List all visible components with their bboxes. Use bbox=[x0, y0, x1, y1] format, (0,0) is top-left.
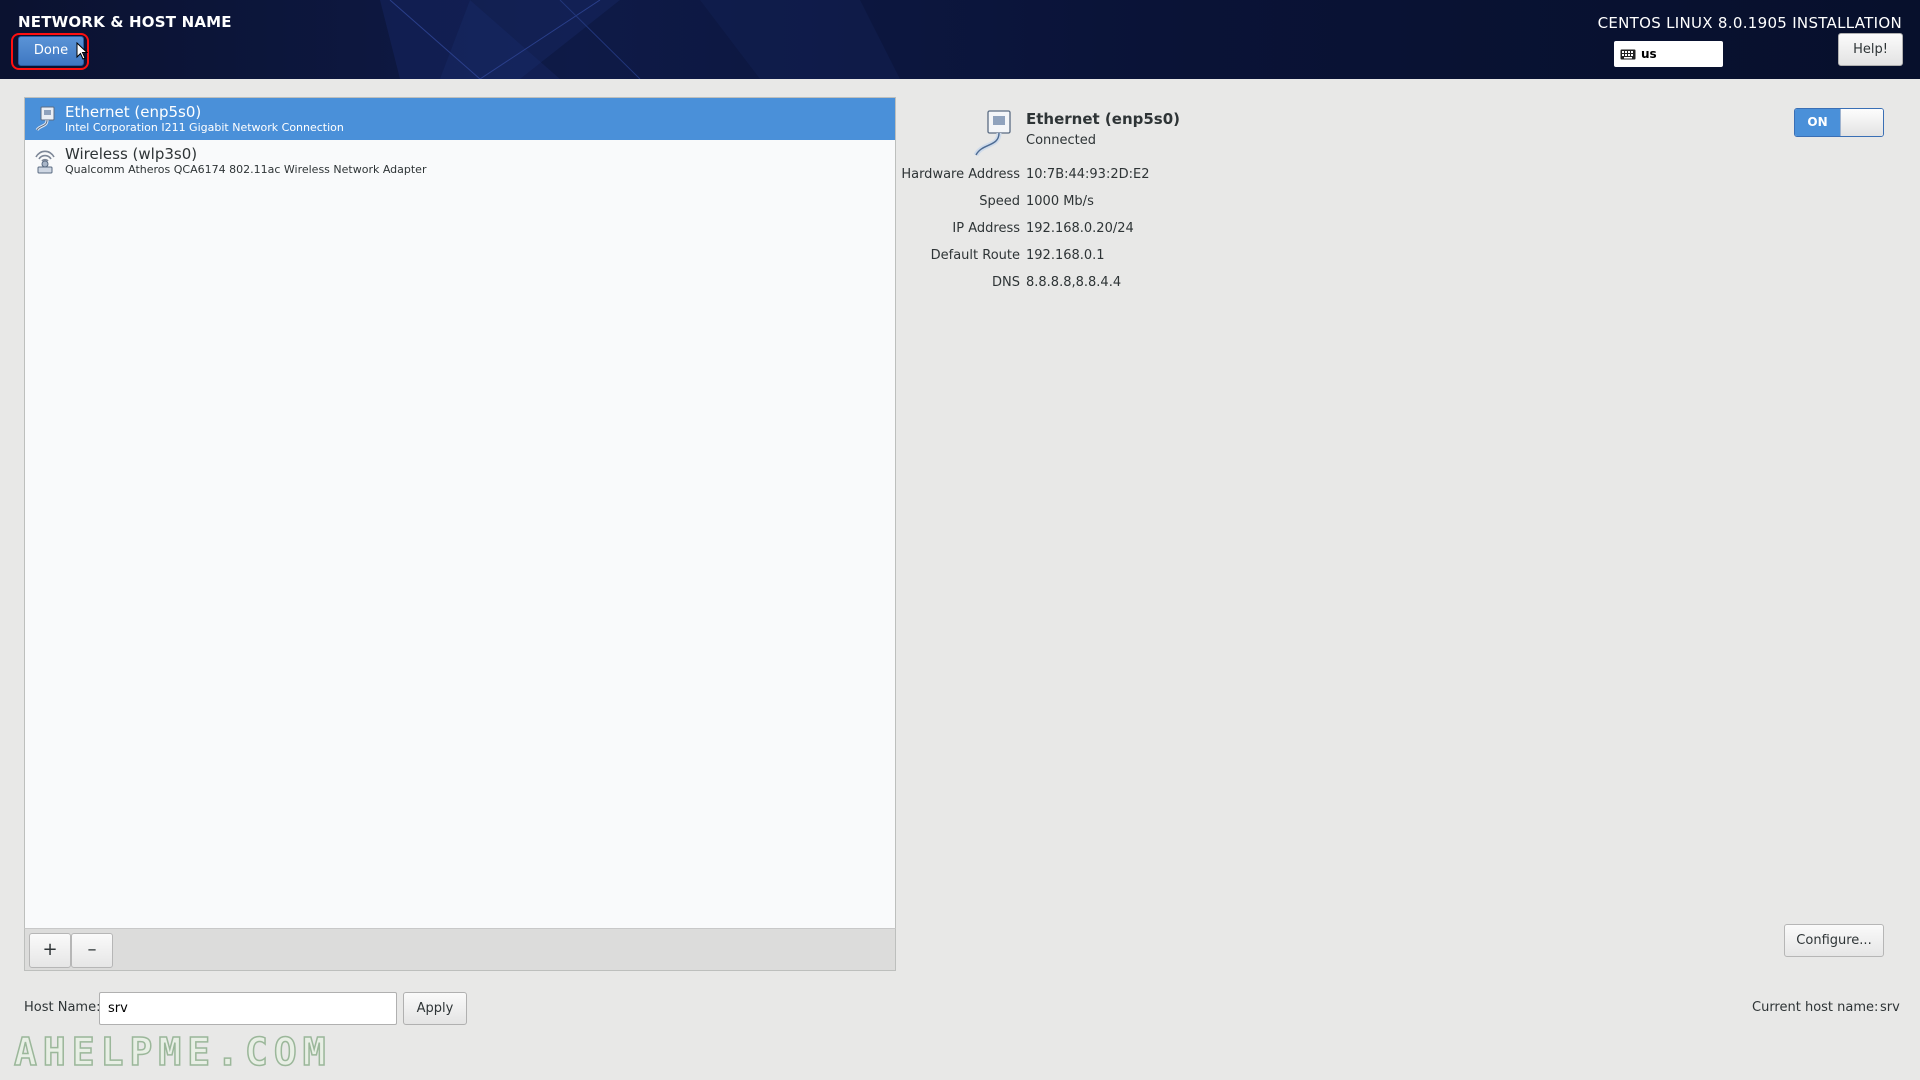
property-speed: Speed 1000 Mb/s bbox=[910, 194, 1510, 214]
keyboard-layout-label: us bbox=[1641, 47, 1657, 61]
spoke-title: NETWORK & HOST NAME bbox=[18, 13, 232, 31]
host-name-input[interactable]: srv bbox=[99, 992, 397, 1025]
header-bar: NETWORK & HOST NAME Done CENTOS LINUX 8.… bbox=[0, 0, 1920, 79]
switch-on-label: ON bbox=[1795, 109, 1840, 136]
help-button[interactable]: Help! bbox=[1838, 33, 1903, 66]
remove-device-button[interactable]: – bbox=[71, 933, 113, 968]
property-label: IP Address bbox=[952, 221, 1020, 236]
property-value: 192.168.0.20/24 bbox=[1026, 221, 1134, 236]
switch-knob bbox=[1840, 109, 1883, 136]
keyboard-icon bbox=[1620, 49, 1636, 59]
add-device-button[interactable]: + bbox=[29, 933, 71, 968]
host-name-label: Host Name: bbox=[24, 1000, 101, 1015]
network-device-list: Ethernet (enp5s0) Intel Corporation I211… bbox=[24, 97, 896, 969]
property-value: 8.8.8.8,8.8.4.4 bbox=[1026, 275, 1122, 290]
device-description: Intel Corporation I211 Gigabit Network C… bbox=[65, 121, 344, 134]
configure-button[interactable]: Configure... bbox=[1784, 924, 1884, 957]
detail-device-name: Ethernet (enp5s0) bbox=[1026, 110, 1181, 128]
property-label: Default Route bbox=[930, 248, 1020, 263]
device-name: Ethernet (enp5s0) bbox=[65, 103, 202, 121]
device-name: Wireless (wlp3s0) bbox=[65, 145, 198, 163]
device-list-toolbar: + – bbox=[24, 928, 896, 971]
device-row-wireless[interactable]: Wireless (wlp3s0) Qualcomm Atheros QCA61… bbox=[25, 140, 895, 182]
property-dns: DNS 8.8.8.8,8.8.4.4 bbox=[910, 275, 1510, 295]
watermark: AHELPME.COM bbox=[13, 1029, 332, 1075]
wireless-icon bbox=[25, 140, 65, 182]
device-row-ethernet[interactable]: Ethernet (enp5s0) Intel Corporation I211… bbox=[25, 98, 895, 140]
current-host-name-value: srv bbox=[1880, 1000, 1900, 1015]
done-button[interactable]: Done bbox=[18, 36, 84, 66]
keyboard-layout-indicator[interactable]: us bbox=[1614, 41, 1723, 67]
apply-button[interactable]: Apply bbox=[403, 992, 467, 1025]
product-title: CENTOS LINUX 8.0.1905 INSTALLATION bbox=[1597, 14, 1902, 32]
ethernet-icon bbox=[970, 109, 1018, 161]
current-host-name-label: Current host name: bbox=[1752, 1000, 1879, 1015]
detail-connection-status: Connected bbox=[1026, 133, 1097, 148]
header-decoration bbox=[380, 0, 900, 79]
property-value: 192.168.0.1 bbox=[1026, 248, 1105, 263]
mouse-cursor-icon bbox=[76, 42, 88, 60]
property-value: 10:7B:44:93:2D:E2 bbox=[1026, 167, 1150, 182]
property-label: Hardware Address bbox=[901, 167, 1020, 182]
device-on-off-switch[interactable]: ON bbox=[1794, 108, 1884, 137]
device-description: Qualcomm Atheros QCA6174 802.11ac Wirele… bbox=[65, 163, 427, 176]
anaconda-window: NETWORK & HOST NAME Done CENTOS LINUX 8.… bbox=[0, 0, 1920, 1080]
property-default-route: Default Route 192.168.0.1 bbox=[910, 248, 1510, 268]
property-hardware-address: Hardware Address 10:7B:44:93:2D:E2 bbox=[901, 167, 1510, 187]
ethernet-icon bbox=[25, 98, 65, 140]
property-label: Speed bbox=[979, 194, 1020, 209]
property-ip-address: IP Address 192.168.0.20/24 bbox=[910, 221, 1510, 241]
property-label: DNS bbox=[992, 275, 1020, 290]
property-value: 1000 Mb/s bbox=[1026, 194, 1094, 209]
